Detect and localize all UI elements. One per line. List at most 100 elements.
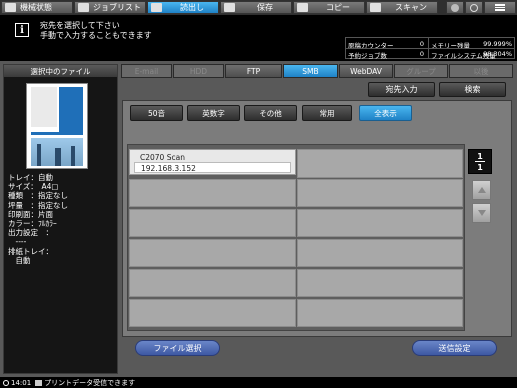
status-bar: 14:01 プリントデータ受信できます [0,377,517,388]
counter-panel: 原稿カウンター 0 メモリー残量 99.999% 予約ジョブ数 0 ファイルシス… [345,37,515,60]
info-icon: i [15,23,29,37]
help-icon [470,3,478,12]
save-icon [224,3,235,12]
filter-other-button[interactable]: その他 [244,105,297,121]
status-time: 14:01 [11,378,32,387]
info-exit-tray-value: 自動 [8,255,31,265]
arrow-up-icon [477,187,486,193]
page-divider [475,161,485,162]
tab-smb[interactable]: SMB [283,64,338,78]
menu-icon [495,4,505,11]
arrow-down-icon [477,210,486,216]
help-button[interactable] [465,1,483,14]
status-message: プリントデータ受信できます [44,378,136,387]
page-indicator: 1 1 [468,149,492,174]
save-button[interactable]: 保存 [220,1,292,14]
thumbnail-tower-1 [37,144,41,166]
thumbnail-text-block [31,87,57,127]
settings-icon [451,3,459,12]
address-cell[interactable] [129,239,296,267]
address-cell[interactable] [297,269,463,297]
entry-address-box: 192.168.3.152 [134,162,291,173]
print-data-icon [35,379,43,386]
info-exit-tray: 排紙トレイ： [8,246,53,256]
counter-divider-h [346,48,514,49]
address-cell[interactable] [129,269,296,297]
tab-hdd[interactable]: HDD [173,64,224,78]
filter-50on-button[interactable]: 50音 [130,105,183,121]
filter-show-all-button[interactable]: 全表示 [359,105,412,121]
address-cell[interactable] [129,179,296,207]
copy-label: コピー [326,3,350,12]
tab-group[interactable]: グループ [394,64,448,78]
filter-alphanumeric-button[interactable]: 英数字 [187,105,240,121]
filter-frequent-button[interactable]: 常用 [302,105,352,121]
reserve-job-value: 0 [419,50,424,58]
copy-icon [297,3,308,12]
machine-status-button[interactable]: 機械状態 [1,1,73,14]
scanner-label: スキャン [395,3,427,12]
info-print-side: 印刷面：片面 [8,209,53,219]
tab-more[interactable]: 以後 [449,64,513,78]
page-up-button[interactable] [472,180,491,200]
memory-remain-value: 99.999% [483,40,512,48]
message-text: 宛先を選択して下さい 手動で入力することもできます [40,21,152,41]
address-cell[interactable] [297,299,463,327]
thumbnail-tower-3 [71,146,75,166]
thumbnail-tower-2 [55,148,61,166]
original-counter-value: 0 [419,40,424,48]
address-cell[interactable] [129,299,296,327]
page-total: 1 [477,163,483,172]
copy-button[interactable]: コピー [293,1,365,14]
address-cell[interactable] [129,209,296,237]
save-label: 保存 [257,3,273,12]
tab-ftp[interactable]: FTP [225,64,282,78]
selected-file-panel: 選択中のファイル トレイ：自動 サイズ： A4▢ 種類 ：指定なし 坪量 ：指定… [3,64,118,374]
file-info-list: トレイ：自動 サイズ： A4▢ 種類 ：指定なし 坪量 ：指定なし 印刷面：片面… [8,173,68,265]
address-cell[interactable] [297,239,463,267]
tab-email[interactable]: E-mail [121,64,172,78]
clock-icon [3,379,9,386]
selected-file-title: 選択中のファイル [4,65,117,77]
address-entry-selected[interactable]: C2070 Scan 192.168.3.152 [129,149,296,175]
info-output-value: ---- [8,237,27,247]
entry-name: C2070 Scan [140,153,185,162]
job-list-icon [78,3,89,12]
scan-read-button[interactable]: 読出し [147,1,219,14]
scanner-read-icon [151,3,162,12]
printer-icon [5,3,16,12]
address-cell[interactable] [297,179,463,207]
info-tray: トレイ：自動 [8,173,53,182]
thumbnail-blue-block [59,87,83,133]
file-thumbnail[interactable] [26,83,88,169]
address-cell[interactable] [297,209,463,237]
address-input-button[interactable]: 宛先入力 [368,82,435,97]
job-list-button[interactable]: ジョブリスト [74,1,146,14]
tab-webdav[interactable]: WebDAV [339,64,393,78]
message-line-2: 手動で入力することもできます [40,31,152,40]
message-line-1: 宛先を選択して下さい [40,21,120,30]
reserve-job-label: 予約ジョブ数 [348,52,387,60]
address-cell[interactable] [297,149,463,178]
menu-button[interactable] [484,1,516,14]
info-type: 種類 ：指定なし [8,191,68,201]
info-color: カラー：ﾌﾙｶﾗｰ [8,219,57,229]
job-list-label: ジョブリスト [93,3,141,12]
search-button[interactable]: 検索 [439,82,506,97]
entry-address: 192.168.3.152 [141,164,196,173]
settings-button[interactable] [446,1,464,14]
thumbnail-blue-stripe [31,132,83,135]
page-down-button[interactable] [472,203,491,223]
machine-status-label: 機械状態 [20,3,52,12]
scan-read-label: 読出し [180,3,204,12]
scanner-icon [370,3,381,12]
file-system-value: 98.304% [483,50,512,58]
page-current: 1 [477,152,483,161]
send-settings-button[interactable]: 送信設定 [412,340,497,356]
message-bar: i 宛先を選択して下さい 手動で入力することもできます 原稿カウンター 0 メモ… [0,15,517,61]
file-select-button[interactable]: ファイル選択 [135,340,220,356]
info-output-setting: 出力設定 ： [8,228,53,238]
info-weight: 坪量 ：指定なし [8,200,68,210]
top-navigation-bar: 機械状態 ジョブリスト 読出し 保存 コピー スキャン [0,0,517,15]
scanner-button[interactable]: スキャン [366,1,438,14]
